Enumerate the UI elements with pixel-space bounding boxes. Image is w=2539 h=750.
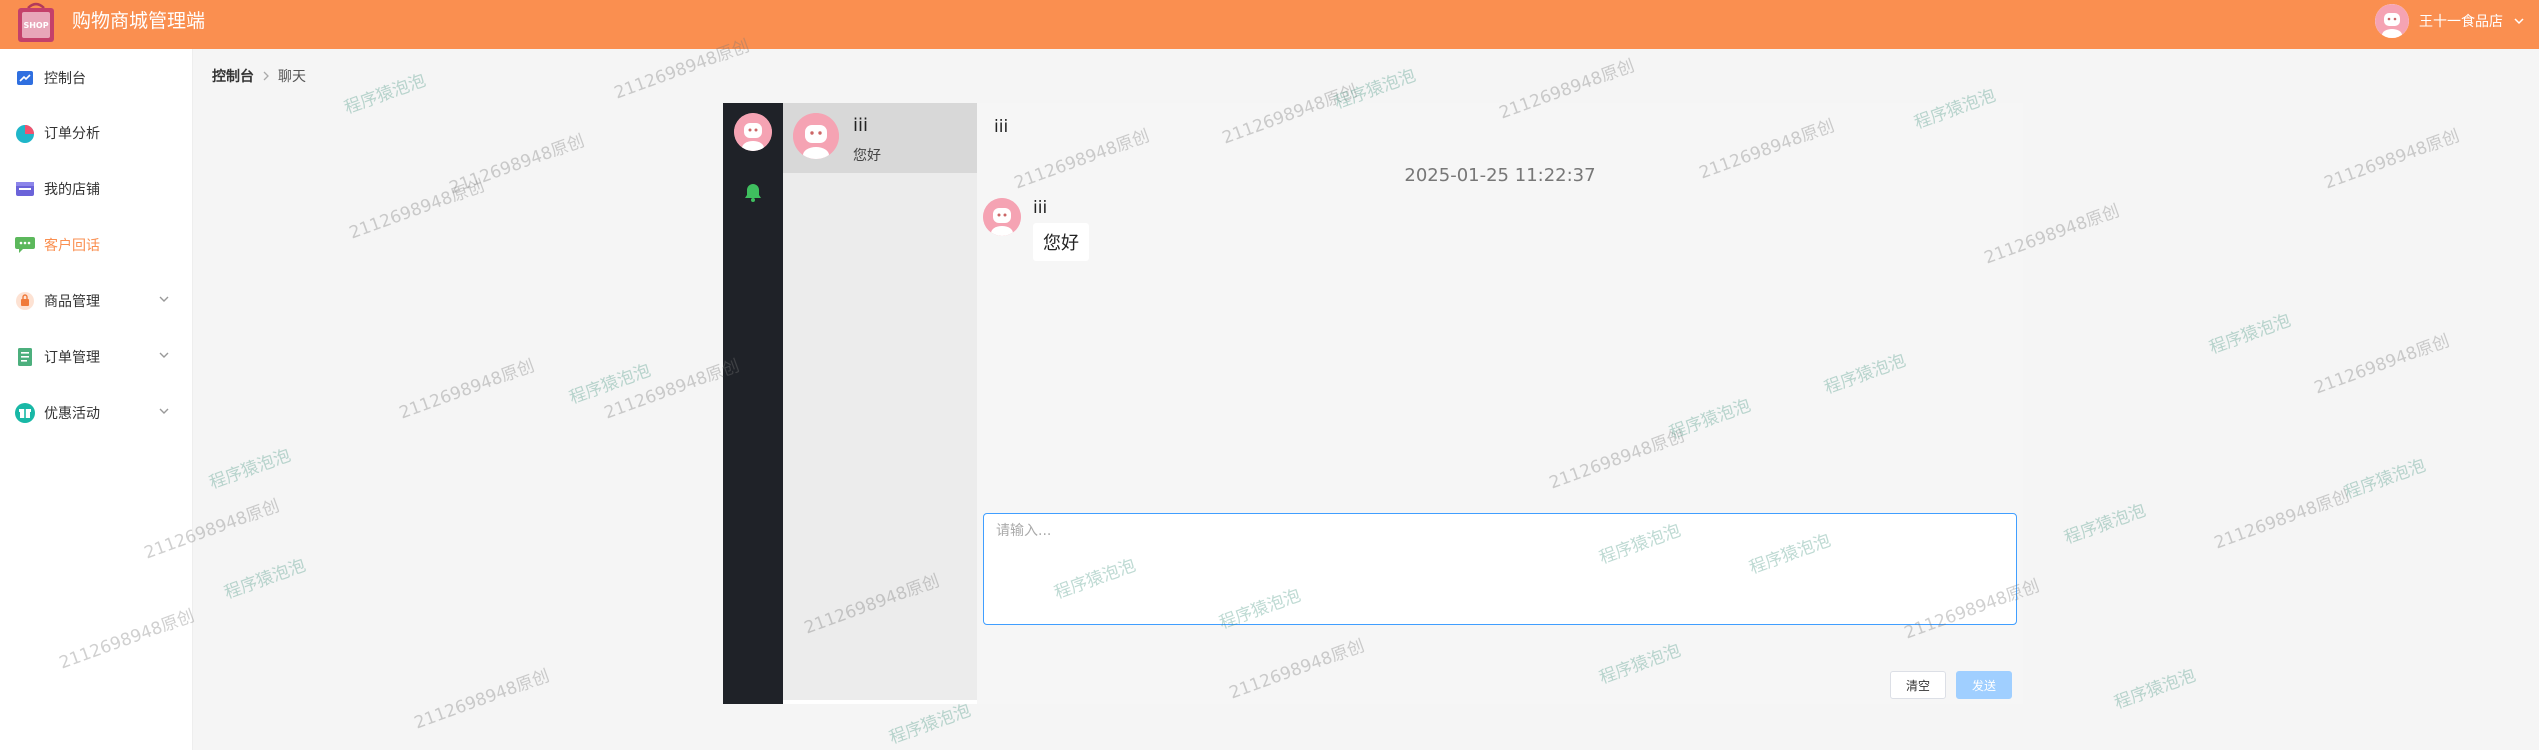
sidebar-item-label: 商品管理 [44,294,100,310]
sidebar-item-label: 优惠活动 [44,406,100,422]
conversation-last-message: 您好 [853,148,881,164]
gift-icon [14,402,36,424]
watermark-text: 程序猿泡泡 [221,555,309,604]
chat-bubble-icon [14,234,36,256]
watermark-text: 程序猿泡泡 [566,360,654,409]
chevron-down-icon[interactable] [2513,15,2525,27]
user-avatar-icon [2375,4,2409,38]
pie-chart-icon [14,122,36,144]
breadcrumb-home[interactable]: 控制台 [212,66,254,86]
watermark-text: 2112698948原创 [2321,126,2463,194]
sidebar-item-label: 控制台 [44,71,86,87]
watermark-text: 2112698948原创 [2211,486,2353,554]
send-button[interactable]: 发送 [1956,671,2012,699]
bag-icon [14,290,36,312]
watermark-text: 2112698948原创 [396,356,538,424]
message-avatar [983,198,1021,236]
sidebar-item-product-management[interactable]: 商品管理 [0,281,192,321]
user-avatar[interactable] [2375,4,2409,38]
watermark-text: 程序猿泡泡 [206,445,294,494]
message-pane: iii 2025-01-25 11:22:37 iii 您好 清空 发送 [977,103,2023,704]
logo-text: SHOP [23,21,48,30]
user-avatar-icon [734,113,772,151]
breadcrumb: 控制台 聊天 [212,66,306,86]
bell-icon[interactable] [742,181,764,203]
list-doc-icon [14,346,36,368]
conversation-name: iii [853,115,869,136]
breadcrumb-current: 聊天 [278,69,306,85]
sidebar-item-order-management[interactable]: 订单管理 [0,337,192,377]
sidebar-item-label: 订单管理 [44,350,100,366]
watermark-text: 程序猿泡泡 [341,70,429,119]
sidebar-item-promotions[interactable]: 优惠活动 [0,393,192,433]
chevron-down-icon[interactable] [158,349,170,361]
chat-title: iii [994,117,1009,137]
app-title: 购物商城管理端 [72,10,206,32]
message-timestamp: 2025-01-25 11:22:37 [1404,165,1596,186]
sidebar-item-dashboard[interactable]: 控制台 [0,58,192,98]
sidebar-item-label: 订单分析 [44,126,100,142]
watermark-text: 2112698948原创 [446,131,588,199]
message-input[interactable] [983,513,2017,625]
sidebar-item-my-store[interactable]: 我的店铺 [0,169,192,209]
conversation-avatar [793,113,839,159]
watermark-text: 程序猿泡泡 [2206,310,2294,359]
user-menu[interactable]: 王十一食品店 [2375,3,2525,39]
sidebar-item-customer-chat[interactable]: 客户回话 [0,225,192,265]
watermark-text: 程序猿泡泡 [2061,500,2149,549]
store-icon [14,178,36,200]
chevron-down-icon[interactable] [158,293,170,305]
chat-window: iii 您好 iii 2025-01-25 11:22:37 iii 您好 清空… [723,103,2023,704]
conversation-list: iii 您好 [783,103,977,700]
watermark-text: 2112698948原创 [2311,331,2453,399]
chevron-down-icon[interactable] [158,405,170,417]
message-bubble: 您好 [1033,223,1089,261]
watermark-text: 程序猿泡泡 [2111,665,2199,714]
user-name[interactable]: 王十一食品店 [2419,11,2503,31]
sidebar: 控制台 订单分析 我的店铺 客户回话 商品管理 订单管理 优惠活动 [0,49,193,750]
user-avatar-icon [793,113,839,159]
clear-button[interactable]: 清空 [1890,671,1946,699]
sidebar-item-label: 客户回话 [44,238,100,254]
shop-logo-icon: SHOP [18,2,54,42]
watermark-text: 2112698948原创 [411,666,553,734]
watermark-text: 2112698948原创 [346,176,488,244]
message-sender: iii [1033,198,1048,218]
conversation-item[interactable]: iii 您好 [783,103,977,173]
chat-rail [723,103,783,704]
watermark-text: 2112698948原创 [601,356,743,424]
rail-avatar[interactable] [734,113,772,151]
watermark-text: 程序猿泡泡 [2341,455,2429,504]
sidebar-item-label: 我的店铺 [44,182,100,198]
user-avatar-icon [983,198,1021,236]
chart-line-icon [14,67,36,89]
sidebar-item-order-analysis[interactable]: 订单分析 [0,113,192,153]
chevron-right-icon [263,71,269,81]
top-header: SHOP 购物商城管理端 王十一食品店 [0,0,2539,49]
